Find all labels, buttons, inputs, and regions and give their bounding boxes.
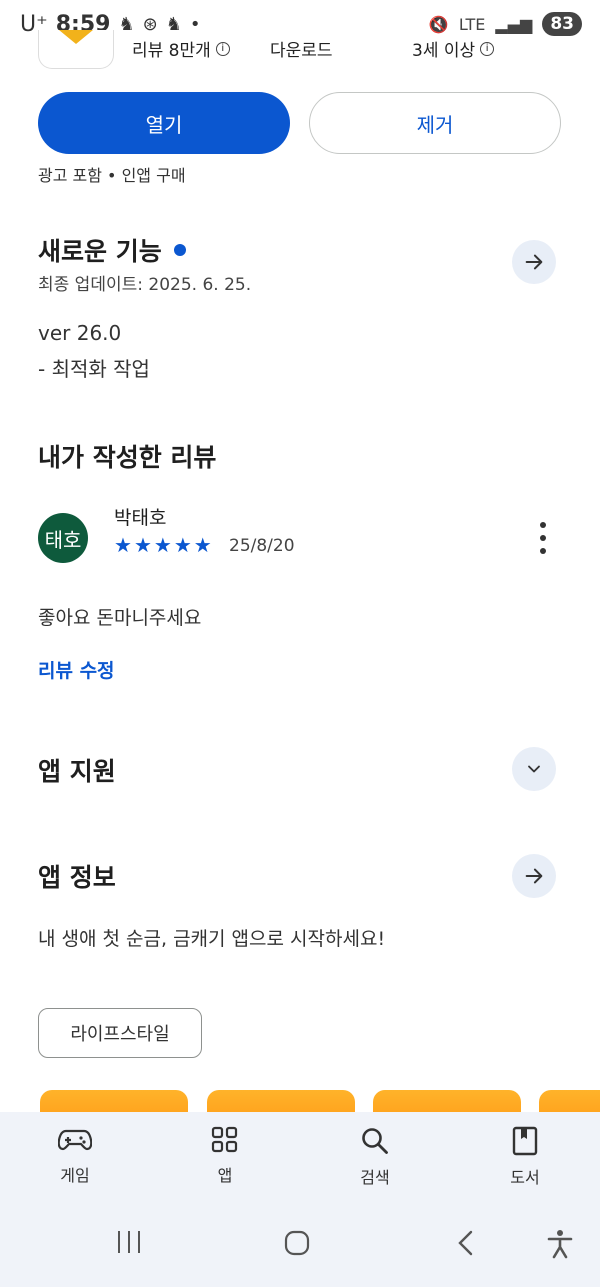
app-icon <box>38 30 114 69</box>
release-notes: - 최적화 작업 <box>38 357 150 381</box>
nav-item-search[interactable]: 검색 <box>325 1126 425 1188</box>
app-support-expand-button[interactable] <box>512 747 556 791</box>
age-rating[interactable]: 3세 이상 i <box>412 36 495 61</box>
app-support-title: 앱 지원 <box>38 757 116 786</box>
system-navigation-bar <box>0 1207 600 1287</box>
info-icon: i <box>480 41 495 56</box>
whats-new-title: 새로운 기능 <box>38 237 162 266</box>
chevron-down-icon <box>528 765 540 773</box>
nav-label-games: 게임 <box>60 1166 90 1185</box>
open-button[interactable]: 열기 <box>38 92 290 154</box>
whats-new-arrow-button[interactable] <box>512 240 556 284</box>
back-button[interactable] <box>454 1229 476 1257</box>
app-info-arrow-button[interactable] <box>512 854 556 898</box>
accessibility-button[interactable] <box>546 1229 574 1259</box>
uninstall-button[interactable]: 제거 <box>309 92 561 154</box>
review-date: 25/8/20 <box>229 536 295 556</box>
star-icon: ★ <box>133 533 152 557</box>
app-support-section[interactable]: 앱 지원 <box>38 752 116 788</box>
whats-new-section[interactable]: 새로운 기능 <box>38 232 186 268</box>
my-review-title-label: 내가 작성한 리뷰 <box>38 443 217 472</box>
app-meta-row: 리뷰 8만개 i 다운로드 3세 이상 i <box>0 30 600 70</box>
home-icon <box>284 1230 310 1256</box>
home-button[interactable] <box>283 1229 311 1257</box>
avatar: 태호 <box>38 513 88 563</box>
recent-apps-icon <box>118 1231 140 1253</box>
nav-label-apps: 앱 <box>217 1166 233 1185</box>
nav-item-games[interactable]: 게임 <box>25 1126 125 1186</box>
star-icon: ★ <box>173 533 192 557</box>
downloads-count: 다운로드 <box>270 36 333 61</box>
star-icon: ★ <box>153 533 172 557</box>
arrow-right-icon <box>525 868 543 884</box>
gamepad-icon <box>58 1129 92 1151</box>
reviewer-name: 박태호 <box>114 507 167 529</box>
star-icon: ★ <box>193 533 212 557</box>
star-icon: ★ <box>114 533 132 557</box>
search-icon <box>362 1128 388 1154</box>
my-review-title: 내가 작성한 리뷰 <box>38 438 216 474</box>
version-text: ver 26.0 <box>38 321 122 345</box>
app-info-title: 앱 정보 <box>38 863 116 892</box>
accessibility-icon <box>547 1230 573 1259</box>
book-icon <box>512 1126 538 1156</box>
ads-note: 광고 포함 • 인앱 구매 <box>38 166 186 185</box>
recent-apps-button[interactable] <box>114 1229 144 1255</box>
reviews-count[interactable]: 리뷰 8만개 i <box>132 36 230 61</box>
app-description: 내 생애 첫 순금, 금캐기 앱으로 시작하세요! <box>38 928 386 950</box>
bottom-navigation: 게임 앱 검색 도서 <box>0 1112 600 1207</box>
back-chevron-icon <box>458 1230 473 1256</box>
nav-label-books: 도서 <box>510 1168 540 1187</box>
reviews-count-label: 리뷰 8만개 <box>132 41 211 61</box>
app-logo <box>59 30 93 44</box>
nav-item-books[interactable]: 도서 <box>475 1126 575 1188</box>
info-icon: i <box>215 41 230 56</box>
new-indicator-dot <box>173 244 186 256</box>
age-rating-label: 3세 이상 <box>412 41 476 61</box>
nav-item-apps[interactable]: 앱 <box>175 1126 275 1186</box>
arrow-right-icon <box>525 254 543 270</box>
edit-review-link[interactable]: 리뷰 수정 <box>38 656 115 683</box>
last-updated: 최종 업데이트: 2025. 6. 25. <box>38 275 252 295</box>
apps-grid-icon <box>211 1126 238 1153</box>
star-rating: ★ ★ ★ ★ ★ <box>114 533 212 557</box>
app-info-section[interactable]: 앱 정보 <box>38 858 116 894</box>
nav-label-search: 검색 <box>360 1168 390 1187</box>
category-chip[interactable]: 라이프스타일 <box>38 1008 202 1058</box>
downloads-label: 다운로드 <box>270 41 333 61</box>
more-options-icon[interactable] <box>532 520 554 556</box>
review-text: 좋아요 돈마니주세요 <box>38 607 202 629</box>
